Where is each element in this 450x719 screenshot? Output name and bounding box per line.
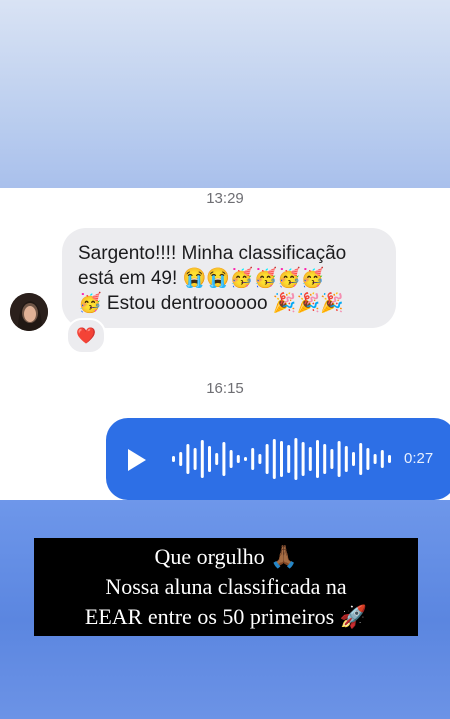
waveform-bar xyxy=(186,444,190,474)
waveform-bar xyxy=(229,450,233,468)
avatar-image xyxy=(10,293,48,331)
waveform-bar xyxy=(272,439,276,479)
waveform-bar xyxy=(330,449,334,469)
waveform-bar xyxy=(366,448,370,470)
caption-line: Nossa aluna classificada na xyxy=(105,574,347,599)
waveform-bar xyxy=(280,441,283,477)
waveform-bar xyxy=(258,454,262,464)
waveform-bar xyxy=(251,448,255,470)
voice-duration: 0:27 xyxy=(404,450,434,467)
message-line: está em 49! 😭😭🥳🥳🥳🥳 xyxy=(78,268,325,289)
waveform-bar xyxy=(316,440,319,478)
voice-message-bubble[interactable]: 0:27 xyxy=(106,418,450,500)
waveform-bar xyxy=(208,446,211,472)
waveform-bar xyxy=(337,441,341,477)
waveform-bar xyxy=(265,444,269,474)
waveform-bar xyxy=(388,455,391,463)
waveform-bar xyxy=(294,438,298,480)
waveform-bar xyxy=(308,447,312,471)
waveform-bar xyxy=(215,453,219,465)
incoming-message-bubble[interactable]: Sargento!!!! Minha classificação está em… xyxy=(62,228,396,328)
audio-waveform[interactable] xyxy=(172,432,394,486)
caption-line: EEAR entre os 50 primeiros 🚀 xyxy=(84,604,368,629)
heart-icon: ❤️ xyxy=(76,328,96,345)
waveform-bar xyxy=(172,456,175,462)
timestamp: 13:29 xyxy=(206,190,244,207)
chat-thread: 13:29 Sargento!!!! Minha classificação e… xyxy=(0,188,450,500)
waveform-bar xyxy=(344,446,348,472)
waveform-bar xyxy=(287,445,291,473)
caption-line: Que orgulho 🙏🏾 xyxy=(154,544,298,569)
message-line: Sargento!!!! Minha classificação xyxy=(78,243,347,264)
timestamp: 16:15 xyxy=(206,380,244,397)
avatar[interactable] xyxy=(10,293,48,331)
waveform-bar xyxy=(323,444,327,474)
waveform-bar xyxy=(200,440,204,478)
heart-reaction[interactable]: ❤️ xyxy=(66,318,106,354)
waveform-bar xyxy=(236,455,240,463)
incoming-message-text: Sargento!!!! Minha classificação está em… xyxy=(78,241,390,316)
waveform-bar xyxy=(244,457,247,461)
waveform-bar xyxy=(359,443,363,475)
play-icon[interactable] xyxy=(128,449,146,471)
waveform-bar xyxy=(352,452,355,466)
waveform-bar xyxy=(373,454,377,464)
waveform-bar xyxy=(193,448,197,470)
waveform-bar xyxy=(222,442,226,476)
waveform-bar xyxy=(301,442,305,476)
waveform-bar xyxy=(380,450,384,468)
message-line: 🥳 Estou dentroooooo 🎉🎉🎉 xyxy=(78,293,344,314)
story-caption: Que orgulho 🙏🏾 Nossa aluna classificada … xyxy=(34,538,418,636)
waveform-bar xyxy=(179,452,183,466)
top-background xyxy=(0,0,450,188)
